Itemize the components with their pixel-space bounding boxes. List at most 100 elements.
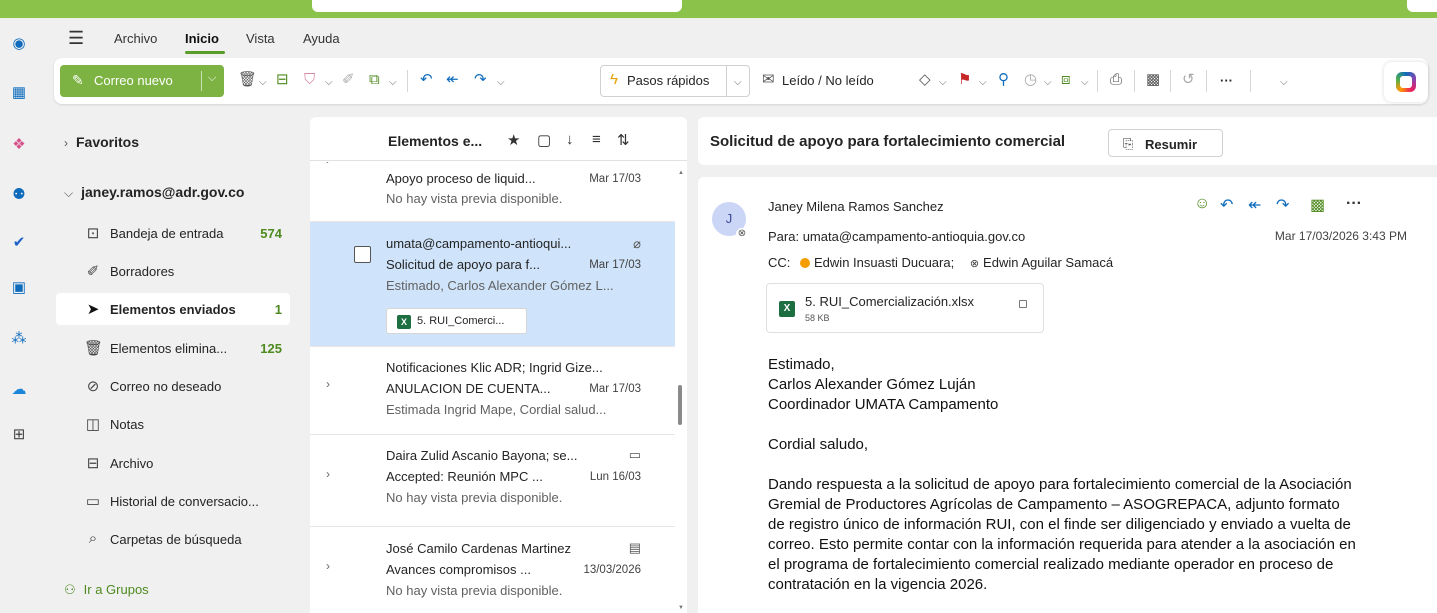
folder-junk[interactable]: ⊘ Correo no deseado — [56, 370, 290, 402]
report-icon[interactable]: ⛉ — [304, 71, 315, 89]
folder-sent[interactable]: ➤ Elementos enviados 1 — [56, 293, 290, 325]
archive-icon[interactable]: ⊟ — [276, 71, 289, 89]
go-to-groups-link[interactable]: ⚇ Ir a Grupos — [64, 582, 149, 598]
more-apps-icon[interactable]: ⊞ — [10, 426, 28, 444]
scroll-down-icon[interactable]: ▼ — [678, 605, 684, 611]
outlook-icon[interactable]: ◉ — [10, 35, 28, 53]
message-list: Elementos e... ★ ▢ ↓ ≡ ⇅ › Apoyo proceso… — [310, 117, 687, 613]
hamburger-icon[interactable]: ☰ — [68, 28, 84, 49]
reply-all-icon[interactable]: ↞ — [1248, 195, 1261, 215]
chevron-right-icon[interactable]: › — [326, 162, 330, 167]
new-mail-button[interactable]: ✎ Correo nuevo ⌵ — [60, 65, 224, 97]
excel-file-icon: X — [779, 301, 795, 317]
flag-dropdown-icon[interactable]: ⌵ — [979, 74, 987, 92]
select-icon[interactable]: ▢ — [537, 131, 551, 149]
snooze-icon[interactable]: ◷ — [1024, 71, 1037, 89]
attachment-menu-icon[interactable] — [1019, 300, 1027, 308]
message-date: Lun 16/03 — [589, 471, 641, 483]
summarize-button[interactable]: ⎘ Resumir — [1108, 129, 1223, 157]
files-icon[interactable]: ▣ — [10, 279, 28, 297]
attachment-card[interactable]: X 5. RUI_Comercialización.xlsx 58 KB — [766, 283, 1044, 333]
chevron-right-icon[interactable]: › — [326, 377, 330, 391]
delete-icon[interactable]: 🗑 — [238, 71, 257, 89]
filter-icon[interactable]: ≡ — [592, 131, 601, 148]
chevron-right-icon[interactable]: › — [326, 559, 330, 573]
attachment-chip[interactable]: X 5. RUI_Comerci... — [386, 308, 527, 334]
onedrive-icon[interactable]: ☁ — [10, 381, 28, 399]
message-row-selected[interactable]: umata@campamento-antioqui... ⌀ Solicitud… — [310, 222, 675, 347]
org-explorer-icon[interactable]: ⁂ — [10, 330, 28, 348]
scroll-up-icon[interactable]: ▲ — [678, 170, 684, 176]
title-bar-control[interactable] — [1407, 0, 1437, 12]
cc-recipient[interactable]: Edwin Insuasti Ducuara; — [814, 255, 954, 270]
undo-icon[interactable]: ↺ — [1182, 71, 1195, 89]
forward-icon[interactable]: ↷ — [474, 71, 487, 89]
delete-dropdown-icon[interactable]: ⌵ — [259, 74, 267, 92]
copilot-app-icon[interactable]: ❖ — [10, 136, 28, 154]
copilot-icon-center — [1400, 76, 1412, 88]
read-unread-button[interactable]: Leído / No leído — [782, 73, 874, 88]
forward-icon[interactable]: ↷ — [1276, 195, 1289, 215]
rules-dropdown-icon[interactable]: ⌵ — [1081, 74, 1089, 92]
message-row[interactable]: › José Camilo Cardenas Martinez ▤ Avance… — [310, 527, 675, 613]
calendar-icon[interactable]: ▦ — [10, 84, 28, 102]
apps-icon[interactable]: ▩ — [1146, 71, 1160, 89]
snooze-dropdown-icon[interactable]: ⌵ — [1044, 74, 1052, 92]
sort-icon[interactable]: ⇅ — [617, 131, 630, 149]
favorites-header[interactable]: › Favoritos — [64, 134, 139, 150]
tag-dropdown-icon[interactable]: ⌵ — [939, 74, 947, 92]
move-dropdown-icon[interactable]: ⌵ — [389, 74, 397, 92]
recipient-address[interactable]: umata@campamento-antioquia.gov.co — [803, 229, 1026, 244]
new-mail-separator — [201, 71, 202, 91]
print-icon[interactable]: ⎙ — [1110, 71, 1122, 89]
quick-steps-chevron-icon[interactable]: ⌵ — [734, 74, 742, 92]
todo-icon[interactable]: ✔ — [10, 234, 28, 252]
reply-icon[interactable]: ↶ — [420, 71, 433, 89]
message-list-scrollbar[interactable]: ▲ ▼ — [675, 162, 687, 613]
move-to-icon[interactable]: ⧉ — [369, 71, 380, 89]
rules-icon[interactable]: ⧈ — [1061, 71, 1071, 89]
menu-inicio[interactable]: Inicio — [185, 31, 219, 46]
reply-all-icon[interactable]: ↞ — [446, 71, 459, 89]
chevron-down-icon[interactable]: ⌵ — [208, 72, 216, 85]
more-options-button[interactable]: ··· — [1220, 73, 1233, 88]
emoji-react-icon[interactable]: ☺ — [1194, 195, 1210, 213]
chevron-right-icon[interactable]: › — [326, 467, 330, 481]
report-dropdown-icon[interactable]: ⌵ — [325, 74, 333, 92]
folder-search-folders[interactable]: ⌕ Carpetas de búsqueda — [56, 523, 290, 555]
attachment-name: 5. RUI_Comercialización.xlsx — [805, 294, 975, 309]
message-subject: Apoyo proceso de liquid... — [386, 171, 536, 186]
expand-ribbon-icon[interactable]: ⌵ — [1280, 74, 1288, 92]
forward-dropdown-icon[interactable]: ⌵ — [497, 74, 505, 92]
message-row[interactable]: › Notificaciones Klic ADR; Ingrid Gize..… — [310, 347, 675, 435]
apps-icon[interactable]: ▩ — [1310, 195, 1325, 215]
cc-recipient[interactable]: Edwin Aguilar Samacá — [983, 255, 1113, 270]
copilot-button[interactable] — [1384, 62, 1428, 102]
read-unread-icon[interactable]: ✉ — [762, 71, 775, 89]
tag-icon[interactable]: ◇ — [919, 71, 931, 89]
folder-inbox[interactable]: ⊡ Bandeja de entrada 574 — [56, 217, 290, 249]
account-header[interactable]: ⌵ janey.ramos@adr.gov.co — [64, 184, 244, 201]
jump-to-icon[interactable]: ↓ — [566, 131, 574, 148]
message-row[interactable]: › Daira Zulid Ascanio Bayona; se... ▭ Ac… — [310, 435, 675, 527]
folder-deleted[interactable]: 🗑 Elementos elimina... 125 — [56, 332, 290, 364]
menu-ayuda[interactable]: Ayuda — [303, 31, 340, 46]
folder-notes[interactable]: ◫ Notas — [56, 408, 290, 440]
folder-archive[interactable]: ⊟ Archivo — [56, 447, 290, 479]
message-row[interactable]: › Apoyo proceso de liquid... Mar 17/03 N… — [310, 162, 675, 222]
folder-drafts[interactable]: ✐ Borradores — [56, 255, 290, 287]
search-box[interactable] — [312, 0, 682, 12]
reply-icon[interactable]: ↶ — [1220, 195, 1233, 215]
folder-conversation-history[interactable]: ▭ Historial de conversacio... — [56, 485, 290, 517]
sender-name[interactable]: Janey Milena Ramos Sanchez — [768, 199, 944, 214]
sweep-icon[interactable]: ✐ — [342, 71, 355, 89]
menu-vista[interactable]: Vista — [246, 31, 275, 46]
menu-archivo[interactable]: Archivo — [114, 31, 157, 46]
more-actions-icon[interactable]: ··· — [1346, 195, 1362, 213]
people-icon[interactable]: ⚉ — [10, 186, 28, 204]
flag-icon[interactable]: ⚑ — [958, 71, 971, 89]
favorite-star-icon[interactable]: ★ — [507, 131, 520, 149]
message-checkbox[interactable] — [354, 246, 371, 263]
pin-icon[interactable]: ⚲ — [998, 71, 1009, 89]
scroll-thumb[interactable] — [678, 385, 682, 425]
